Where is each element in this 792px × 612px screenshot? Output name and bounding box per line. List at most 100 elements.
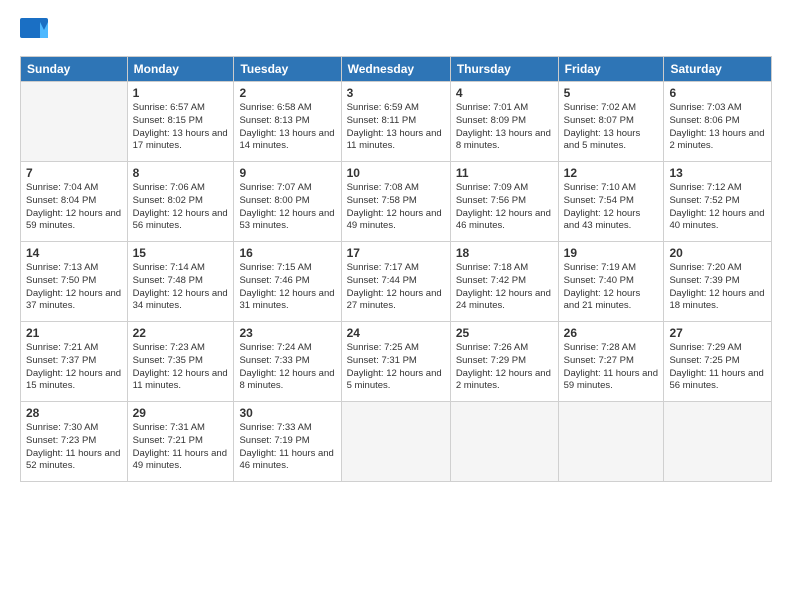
day-cell: 26Sunrise: 7:28 AMSunset: 7:27 PMDayligh… — [558, 322, 664, 402]
day-number: 13 — [669, 166, 766, 180]
day-info: Sunrise: 7:21 AMSunset: 7:37 PMDaylight:… — [26, 342, 122, 393]
day-info: Sunrise: 7:09 AMSunset: 7:56 PMDaylight:… — [456, 182, 553, 233]
day-cell: 10 Sunrise: 7:08 AMSunset: 7:58 PMDayligh… — [341, 162, 450, 242]
day-number: 25 — [456, 326, 553, 340]
day-info: Sunrise: 7:25 AMSunset: 7:31 PMDaylight:… — [347, 342, 445, 393]
day-number: 17 — [347, 246, 445, 260]
day-info: Sunrise: 7:04 AMSunset: 8:04 PMDaylight:… — [26, 182, 122, 233]
day-cell: 30Sunrise: 7:33 AMSunset: 7:19 PMDayligh… — [234, 402, 341, 482]
day-info: Sunrise: 7:19 AMSunset: 7:40 PMDaylight:… — [564, 262, 659, 313]
day-cell: 8Sunrise: 7:06 AMSunset: 8:02 PMDaylight… — [127, 162, 234, 242]
day-number: 18 — [456, 246, 553, 260]
day-cell: 22Sunrise: 7:23 AMSunset: 7:35 PMDayligh… — [127, 322, 234, 402]
day-header-saturday: Saturday — [664, 57, 772, 82]
header-row: SundayMondayTuesdayWednesdayThursdayFrid… — [21, 57, 772, 82]
day-cell: 28Sunrise: 7:30 AMSunset: 7:23 PMDayligh… — [21, 402, 128, 482]
day-header-tuesday: Tuesday — [234, 57, 341, 82]
day-info: Sunrise: 7:20 AMSunset: 7:39 PMDaylight:… — [669, 262, 766, 313]
week-row-4: 21 Sunrise: 7:21 AMSunset: 7:37 PMDayligh… — [21, 322, 772, 402]
day-cell: 27 Sunrise: 7:29 AMSunset: 7:25 PMDayligh… — [664, 322, 772, 402]
day-number: 14 — [26, 246, 122, 260]
day-cell — [664, 402, 772, 482]
day-number: 5 — [564, 86, 659, 100]
day-number: 23 — [239, 326, 335, 340]
day-cell: 19 Sunrise: 7:19 AMSunset: 7:40 PMDayligh… — [558, 242, 664, 322]
day-number: 8 — [133, 166, 229, 180]
day-number: 3 — [347, 86, 445, 100]
day-cell: 3 Sunrise: 6:59 AMSunset: 8:11 PMDaylight… — [341, 82, 450, 162]
day-cell: 1 Sunrise: 6:57 AMSunset: 8:15 PMDaylight… — [127, 82, 234, 162]
day-info: Sunrise: 7:13 AMSunset: 7:50 PMDaylight:… — [26, 262, 122, 313]
header — [20, 16, 772, 46]
day-info: Sunrise: 7:26 AMSunset: 7:29 PMDaylight:… — [456, 342, 553, 393]
day-number: 30 — [239, 406, 335, 420]
day-number: 10 — [347, 166, 445, 180]
day-cell: 7 Sunrise: 7:04 AMSunset: 8:04 PMDaylight… — [21, 162, 128, 242]
day-cell: 16Sunrise: 7:15 AMSunset: 7:46 PMDayligh… — [234, 242, 341, 322]
day-number: 27 — [669, 326, 766, 340]
day-info: Sunrise: 7:12 AMSunset: 7:52 PMDaylight:… — [669, 182, 766, 233]
day-cell: 23 Sunrise: 7:24 AMSunset: 7:33 PMDayligh… — [234, 322, 341, 402]
day-cell — [558, 402, 664, 482]
day-header-sunday: Sunday — [21, 57, 128, 82]
day-info: Sunrise: 7:18 AMSunset: 7:42 PMDaylight:… — [456, 262, 553, 313]
day-info: Sunrise: 7:03 AMSunset: 8:06 PMDaylight:… — [669, 102, 766, 153]
day-number: 6 — [669, 86, 766, 100]
day-cell: 11 Sunrise: 7:09 AMSunset: 7:56 PMDayligh… — [450, 162, 558, 242]
day-cell: 9 Sunrise: 7:07 AMSunset: 8:00 PMDaylight… — [234, 162, 341, 242]
day-info: Sunrise: 7:10 AMSunset: 7:54 PMDaylight:… — [564, 182, 659, 233]
day-cell: 12 Sunrise: 7:10 AMSunset: 7:54 PMDayligh… — [558, 162, 664, 242]
week-row-3: 14 Sunrise: 7:13 AMSunset: 7:50 PMDayligh… — [21, 242, 772, 322]
day-cell: 14 Sunrise: 7:13 AMSunset: 7:50 PMDayligh… — [21, 242, 128, 322]
day-cell: 17 Sunrise: 7:17 AMSunset: 7:44 PMDayligh… — [341, 242, 450, 322]
day-number: 2 — [239, 86, 335, 100]
day-number: 12 — [564, 166, 659, 180]
day-info: Sunrise: 7:15 AMSunset: 7:46 PMDaylight:… — [239, 262, 335, 313]
day-number: 21 — [26, 326, 122, 340]
week-row-1: 1 Sunrise: 6:57 AMSunset: 8:15 PMDaylight… — [21, 82, 772, 162]
calendar-table: SundayMondayTuesdayWednesdayThursdayFrid… — [20, 56, 772, 482]
day-info: Sunrise: 7:14 AMSunset: 7:48 PMDaylight:… — [133, 262, 229, 313]
day-info: Sunrise: 7:29 AMSunset: 7:25 PMDaylight:… — [669, 342, 766, 393]
day-cell: 25 Sunrise: 7:26 AMSunset: 7:29 PMDayligh… — [450, 322, 558, 402]
day-number: 9 — [239, 166, 335, 180]
day-cell: 18 Sunrise: 7:18 AMSunset: 7:42 PMDayligh… — [450, 242, 558, 322]
day-cell: 20 Sunrise: 7:20 AMSunset: 7:39 PMDayligh… — [664, 242, 772, 322]
day-number: 22 — [133, 326, 229, 340]
day-cell: 4 Sunrise: 7:01 AMSunset: 8:09 PMDaylight… — [450, 82, 558, 162]
day-info: Sunrise: 7:28 AMSunset: 7:27 PMDaylight:… — [564, 342, 659, 393]
day-header-friday: Friday — [558, 57, 664, 82]
day-cell: 21 Sunrise: 7:21 AMSunset: 7:37 PMDayligh… — [21, 322, 128, 402]
day-number: 20 — [669, 246, 766, 260]
day-number: 7 — [26, 166, 122, 180]
day-number: 4 — [456, 86, 553, 100]
day-info: Sunrise: 7:01 AMSunset: 8:09 PMDaylight:… — [456, 102, 553, 153]
day-cell: 24 Sunrise: 7:25 AMSunset: 7:31 PMDayligh… — [341, 322, 450, 402]
day-info: Sunrise: 7:08 AMSunset: 7:58 PMDaylight:… — [347, 182, 445, 233]
day-number: 29 — [133, 406, 229, 420]
day-number: 11 — [456, 166, 553, 180]
day-cell: 5Sunrise: 7:02 AMSunset: 8:07 PMDaylight… — [558, 82, 664, 162]
day-cell: 15 Sunrise: 7:14 AMSunset: 7:48 PMDayligh… — [127, 242, 234, 322]
page: SundayMondayTuesdayWednesdayThursdayFrid… — [0, 0, 792, 612]
day-number: 15 — [133, 246, 229, 260]
week-row-2: 7 Sunrise: 7:04 AMSunset: 8:04 PMDaylight… — [21, 162, 772, 242]
day-info: Sunrise: 6:59 AMSunset: 8:11 PMDaylight:… — [347, 102, 445, 153]
week-row-5: 28Sunrise: 7:30 AMSunset: 7:23 PMDayligh… — [21, 402, 772, 482]
logo — [20, 16, 52, 46]
day-number: 24 — [347, 326, 445, 340]
day-header-thursday: Thursday — [450, 57, 558, 82]
day-cell — [341, 402, 450, 482]
day-info: Sunrise: 7:07 AMSunset: 8:00 PMDaylight:… — [239, 182, 335, 233]
day-number: 1 — [133, 86, 229, 100]
day-info: Sunrise: 6:58 AMSunset: 8:13 PMDaylight:… — [239, 102, 335, 153]
day-cell: 13 Sunrise: 7:12 AMSunset: 7:52 PMDayligh… — [664, 162, 772, 242]
day-info: Sunrise: 6:57 AMSunset: 8:15 PMDaylight:… — [133, 102, 229, 153]
day-info: Sunrise: 7:24 AMSunset: 7:33 PMDaylight:… — [239, 342, 335, 393]
day-cell — [450, 402, 558, 482]
logo-icon — [20, 18, 48, 46]
day-number: 19 — [564, 246, 659, 260]
day-info: Sunrise: 7:17 AMSunset: 7:44 PMDaylight:… — [347, 262, 445, 313]
day-cell: 6 Sunrise: 7:03 AMSunset: 8:06 PMDaylight… — [664, 82, 772, 162]
day-info: Sunrise: 7:31 AMSunset: 7:21 PMDaylight:… — [133, 422, 229, 473]
